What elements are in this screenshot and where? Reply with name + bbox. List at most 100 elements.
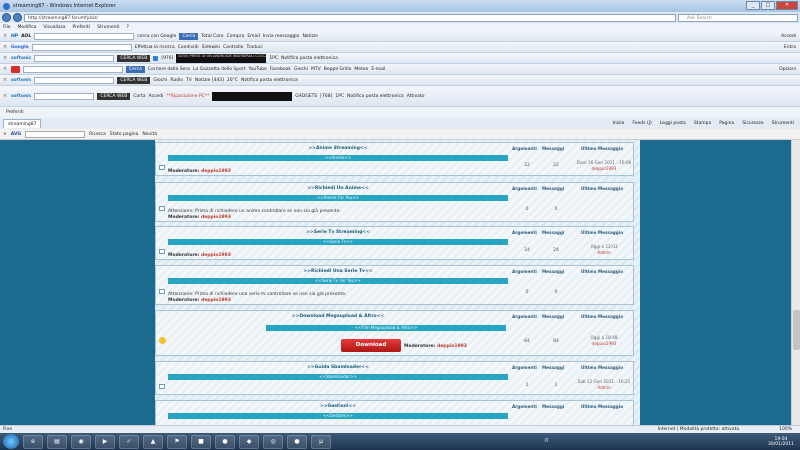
menu-edit[interactable]: Modifica xyxy=(18,25,37,30)
system-clock[interactable]: 19:04 30/01/2011 xyxy=(768,437,800,447)
softonic-item[interactable]: Notizie [443] xyxy=(195,78,224,83)
avg-search-input[interactable] xyxy=(25,130,86,138)
avg-page-status[interactable]: Stato pagina xyxy=(110,132,139,137)
maximize-button[interactable]: □ xyxy=(761,1,775,10)
ie-taskbar-icon[interactable]: e xyxy=(23,434,43,449)
softonic-search-input[interactable] xyxy=(34,76,115,84)
app-taskbar-icon[interactable]: ● xyxy=(287,434,307,449)
hp-item[interactable]: Invia messaggio xyxy=(263,34,300,39)
google-search-input[interactable] xyxy=(31,43,132,51)
softonic-item[interactable]: 20°C xyxy=(227,78,238,83)
command-security[interactable]: Sicurezza xyxy=(742,121,763,126)
forum-subtitle-bar[interactable]: <<Serie Tv>> xyxy=(168,239,508,245)
forum-title[interactable]: >>Download Megaupload & Altro<< xyxy=(168,314,508,319)
ask-search-button[interactable]: Cerca xyxy=(126,65,145,73)
ask-item[interactable]: YouTube xyxy=(249,67,267,72)
forum-subtitle-bar[interactable]: <<Anime For You>> xyxy=(168,195,508,201)
last-post[interactable]: Oggi a 18:48 deppio1993 xyxy=(576,335,632,346)
ask-item[interactable]: La Gazzetta dello Sport xyxy=(193,67,246,72)
menu-help[interactable]: ? xyxy=(126,25,128,30)
ad-banner[interactable]: DOVE PRESE DI UN ANDROIDE INGENERALI CLI… xyxy=(176,53,299,63)
softonic-item[interactable]: Attivato xyxy=(407,94,425,99)
last-post[interactable]: Sab 22 Gen 2011 - 16:21 Admin xyxy=(576,379,632,390)
forum-title[interactable]: >>Anime Streaming<< xyxy=(168,146,508,151)
last-post[interactable]: Dom 16 Gen 2011 - 16:06 deppio1993 xyxy=(576,160,632,171)
close-button[interactable]: ✕ xyxy=(776,1,798,10)
hp-item[interactable]: Notizie xyxy=(302,34,318,39)
command-tools[interactable]: Strumenti xyxy=(772,121,794,126)
close-icon[interactable]: × xyxy=(3,93,8,99)
google-item[interactable]: Sidewiki xyxy=(202,45,221,50)
ask-item[interactable]: Giochi xyxy=(294,67,308,72)
close-icon[interactable]: × xyxy=(3,55,8,61)
forum-subtitle-bar[interactable]: <<Serie Tv For You>> xyxy=(168,278,508,284)
ask-item[interactable]: Corriere della Sera xyxy=(148,67,190,72)
softonic-search-button[interactable]: CERCA WEB xyxy=(97,92,131,100)
minimize-button[interactable]: _ xyxy=(746,1,760,10)
app-taskbar-icon[interactable]: ● xyxy=(215,434,235,449)
forum-subtitle-bar[interactable]: <<Gestioni>> xyxy=(168,413,508,419)
hp-search-input[interactable] xyxy=(34,32,135,40)
softonic-item[interactable]: 1PC xyxy=(269,56,278,61)
command-mail[interactable]: Leggi posta xyxy=(660,121,686,126)
google-item[interactable]: Controllo xyxy=(223,45,243,50)
explorer-taskbar-icon[interactable]: ▤ xyxy=(47,434,67,449)
ask-item[interactable]: Beppe Grillo xyxy=(324,67,352,72)
softonic-search-button[interactable]: CERCA WEB xyxy=(117,76,151,84)
start-button[interactable] xyxy=(3,434,19,449)
tab-streaming87[interactable]: streaming87 xyxy=(3,119,42,128)
forum-subtitle-bar[interactable]: <<Film Megaupload & Altro>> xyxy=(266,325,506,331)
command-feeds[interactable]: Feeds (J) xyxy=(632,121,651,126)
ask-item[interactable]: Meteo xyxy=(354,67,368,72)
forum-subtitle-bar[interactable]: <<Sbamloader>> xyxy=(168,374,508,380)
language-indicator[interactable]: IT xyxy=(544,439,548,444)
softonic-item[interactable]: GADGETS xyxy=(295,94,317,99)
check-taskbar-icon[interactable]: ✓ xyxy=(119,434,139,449)
softonic-item[interactable]: [768] xyxy=(320,94,332,99)
download-button[interactable]: Download xyxy=(341,339,401,352)
app-taskbar-icon[interactable]: ◎ xyxy=(263,434,283,449)
google-signin[interactable]: Entra xyxy=(784,45,800,50)
search-input[interactable]: Ask Search xyxy=(678,13,798,22)
close-icon[interactable]: × xyxy=(3,33,8,39)
avg-search-button[interactable]: Ricerca xyxy=(89,132,106,137)
command-print[interactable]: Stampa xyxy=(694,121,711,126)
command-home[interactable]: Inizio xyxy=(613,121,625,126)
softonic-item[interactable]: TV xyxy=(186,78,192,83)
ask-item[interactable]: E-mail xyxy=(371,67,385,72)
softonic-item[interactable]: **Riparazione PC** xyxy=(166,94,209,99)
softonic-item[interactable]: Radio xyxy=(170,78,183,83)
softonic-item[interactable]: Notifica posta elettronica xyxy=(347,94,404,99)
hp-taskbar-icon[interactable]: ◉ xyxy=(71,434,91,449)
softonic-search-input[interactable] xyxy=(34,54,115,62)
hp-search-button[interactable]: Cerca xyxy=(179,32,199,40)
google-item[interactable]: Effettua la ricerca xyxy=(135,45,175,50)
radio-icon[interactable] xyxy=(153,55,159,61)
forum-title[interactable]: >>Gestioni<< xyxy=(168,404,508,409)
softonic-search-input[interactable] xyxy=(34,92,95,100)
app-taskbar-icon[interactable]: ■ xyxy=(191,434,211,449)
menu-tools[interactable]: Strumenti xyxy=(97,25,119,30)
ad-banner[interactable] xyxy=(212,91,293,101)
close-icon[interactable]: × xyxy=(3,132,7,137)
avg-news[interactable]: Novità xyxy=(142,132,157,137)
zoom-level[interactable]: 100% xyxy=(779,427,800,432)
security-zone[interactable]: Internet | Modalità protetta: attivata xyxy=(658,427,780,432)
hp-item[interactable]: Compra xyxy=(227,34,245,39)
google-item[interactable]: Traduci xyxy=(246,45,262,50)
flag-taskbar-icon[interactable]: ⚑ xyxy=(167,434,187,449)
utorrent-taskbar-icon[interactable]: µ xyxy=(311,434,331,449)
softonic-item[interactable]: 1PC xyxy=(335,94,344,99)
favorites-label[interactable]: Preferiti xyxy=(6,110,24,115)
forum-title[interactable]: >>Richiedi Una Serie Tv<< xyxy=(168,269,508,274)
menu-favorites[interactable]: Preferiti xyxy=(73,25,91,30)
ask-item[interactable]: MTV xyxy=(311,67,321,72)
menu-view[interactable]: Visualizza xyxy=(43,25,65,30)
forum-title[interactable]: >>Guida Sbamloader<< xyxy=(168,365,508,370)
forward-button[interactable] xyxy=(13,13,22,22)
softonic-item[interactable]: Accedi xyxy=(149,94,164,99)
softonic-item[interactable]: Notifica posta elettronica xyxy=(241,78,298,83)
vertical-scrollbar[interactable] xyxy=(791,140,800,425)
ask-item[interactable]: Facebook xyxy=(270,67,291,72)
back-button[interactable] xyxy=(2,13,11,22)
